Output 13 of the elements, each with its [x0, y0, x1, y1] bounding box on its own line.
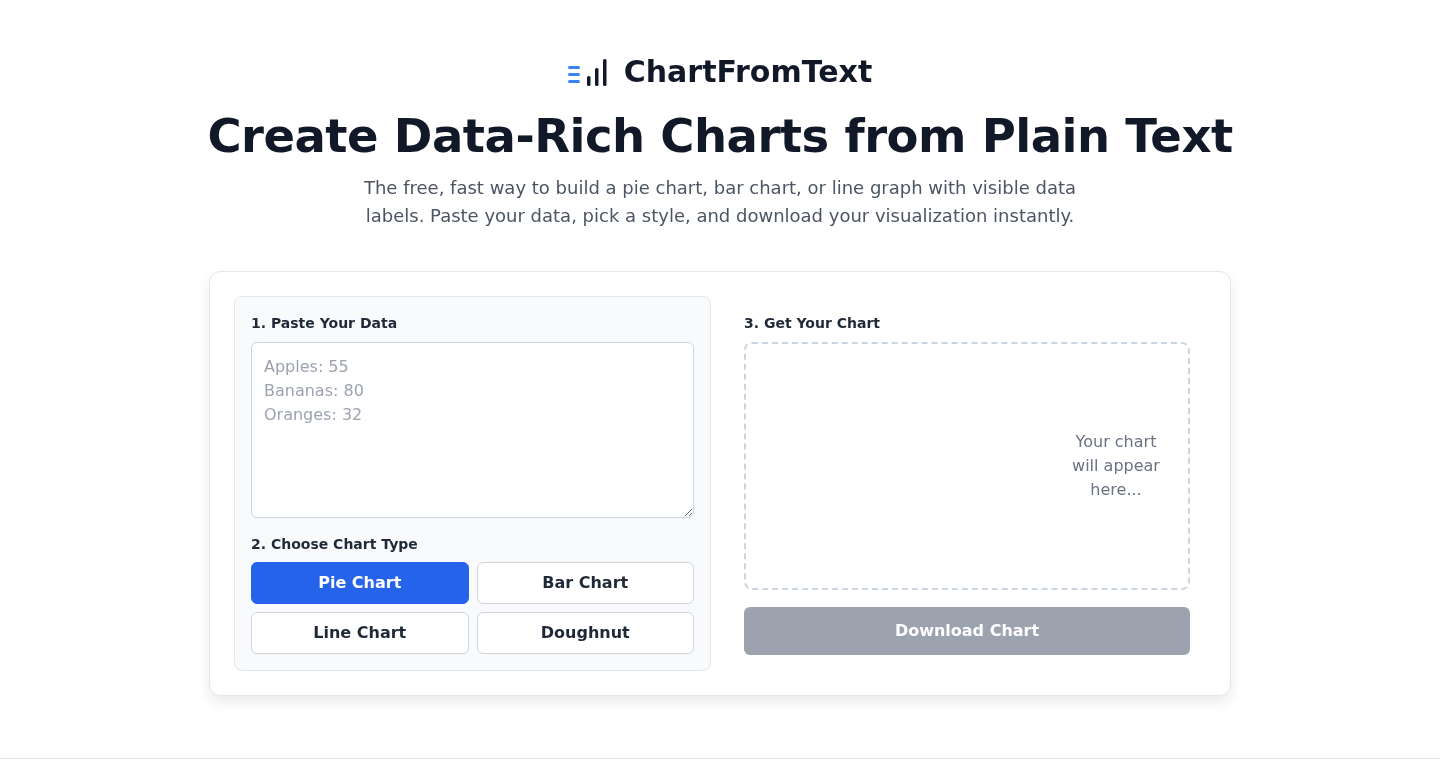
section-label: 2. Choose Chart Type [251, 536, 419, 553]
preview-message: Your chart will appear here... [1071, 431, 1161, 501]
intro-paragraph: The free, fast way to build a pie chart, bar chart, or line graph with visible data labels. Paste your data, pick a style, and download your visualization instantly. [362, 176, 1077, 228]
chart-type-button[interactable]: Bar Chart [476, 562, 694, 604]
data-input-field[interactable]: Apples: 55 Bananas: 80 Oranges: 32 [251, 342, 694, 518]
chart-type-button[interactable]: Doughnut [476, 612, 694, 654]
section-label: 1. Paste Your Data [251, 315, 399, 332]
chart-type-button[interactable]: Line Chart [251, 612, 469, 654]
chart-logo-icon [567, 58, 608, 86]
chart-type-button[interactable]: Pie Chart [251, 562, 469, 604]
logo-text: ChartFromText [623, 54, 873, 90]
section-label: 3. Get Your Chart [744, 315, 881, 332]
page-heading: Create Data-Rich Charts from Plain Text [206, 108, 1234, 165]
